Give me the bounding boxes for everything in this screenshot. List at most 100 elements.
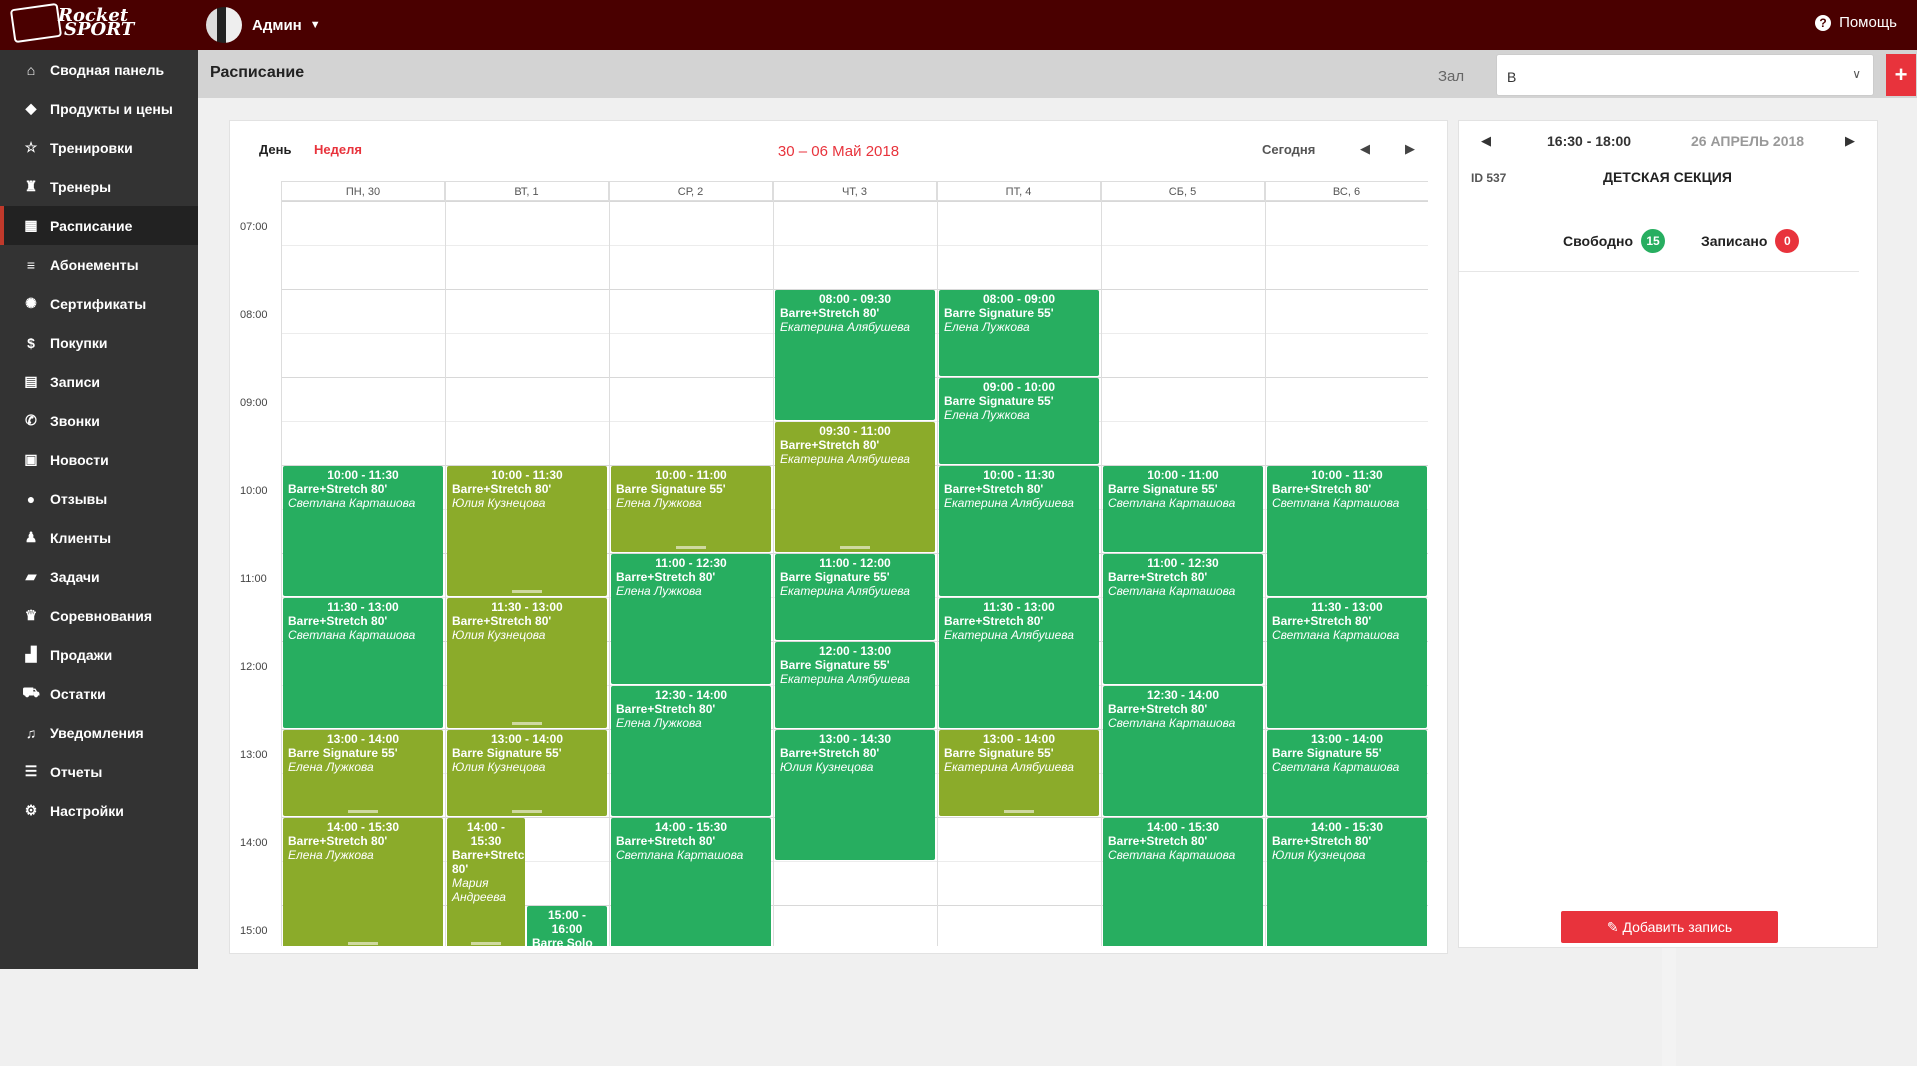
sidebar-item-10[interactable]: ▣ Новости (0, 440, 198, 479)
sidebar-item-12[interactable]: ♟ Клиенты (0, 518, 198, 557)
day-header[interactable]: ВС, 6 (1265, 181, 1428, 201)
next-week-button[interactable]: ▶ (1405, 141, 1415, 157)
event-name: Barre+Stretch 80' (1108, 702, 1208, 716)
sidebar-item-0[interactable]: ⌂ Сводная панель (0, 50, 198, 89)
schedule-event[interactable]: 14:00 - 15:30 Barre+Stretch 80' Юлия Кузне… (1267, 818, 1427, 946)
schedule-event[interactable]: 13:00 - 14:00 Barre Signature 55' Елена Лу… (283, 730, 443, 816)
resize-handle[interactable] (471, 942, 501, 945)
event-name: Barre+Stretch 80' (288, 834, 388, 848)
add-booking-button[interactable]: ✎ Добавить запись (1561, 911, 1778, 943)
star-icon: ☆ (24, 139, 38, 155)
schedule-event[interactable]: 11:30 - 13:00 Barre+Stretch 80' Светлана К… (1267, 598, 1427, 728)
sidebar-item-14[interactable]: ♛ Соревнования (0, 596, 198, 635)
event-time: 13:00 - 14:00 (326, 732, 400, 746)
schedule-event[interactable]: 11:30 - 13:00 Barre+Stretch 80' Юлия Кузне… (447, 598, 607, 728)
today-button[interactable]: Сегодня (1262, 142, 1315, 157)
sidebar-item-17[interactable]: ♫ Уведомления (0, 713, 198, 752)
sidebar-item-19[interactable]: ⚙ Настройки (0, 791, 198, 830)
prev-week-button[interactable]: ◀ (1360, 141, 1370, 157)
sidebar-item-4[interactable]: ▦ Расписание (0, 206, 198, 245)
sidebar-item-2[interactable]: ☆ Тренировки (0, 128, 198, 167)
zal-select[interactable]: В ∨ (1496, 54, 1874, 96)
schedule-event[interactable]: 10:00 - 11:30 Barre+Stretch 80' Екатерина … (939, 466, 1099, 596)
resize-handle[interactable] (676, 546, 706, 549)
sidebar-item-label: Уведомления (50, 724, 144, 741)
zal-label: Зал (1438, 68, 1465, 85)
schedule-event[interactable]: 11:30 - 13:00 Barre+Stretch 80' Светлана К… (283, 598, 443, 728)
sidebar-item-3[interactable]: ♜ Тренеры (0, 167, 198, 206)
schedule-event[interactable]: 14:00 - 15:30 Barre+Stretch 80' Елена Лужк… (283, 818, 443, 946)
event-name: Barre+Stretch 80' (1108, 570, 1208, 584)
gear-icon: ⚙ (24, 802, 38, 818)
day-header[interactable]: ВТ, 1 (445, 181, 609, 201)
schedule-event[interactable]: 08:00 - 09:30 Barre+Stretch 80' Екатерина … (775, 290, 935, 420)
schedule-event[interactable]: 11:00 - 12:30 Barre+Stretch 80' Светлана К… (1103, 554, 1263, 684)
day-header[interactable]: СБ, 5 (1101, 181, 1265, 201)
sidebar-item-11[interactable]: ● Отзывы (0, 479, 198, 518)
app-logo[interactable]: Rocket SPORT (9, 2, 152, 44)
next-event-button[interactable]: ▶ (1845, 133, 1855, 149)
resize-handle[interactable] (1004, 810, 1034, 813)
sidebar-item-15[interactable]: ▟ Продажи (0, 635, 198, 674)
schedule-event[interactable]: 10:00 - 11:30 Barre+Stretch 80' Светлана К… (1267, 466, 1427, 596)
schedule-event[interactable]: 13:00 - 14:00 Barre Signature 55' Екатерин… (939, 730, 1099, 816)
sidebar-item-7[interactable]: $ Покупки (0, 323, 198, 362)
schedule-event[interactable]: 13:00 - 14:00 Barre Signature 55' Юлия Куз… (447, 730, 607, 816)
event-name: Barre+Stretch 80' (944, 614, 1044, 628)
sidebar-item-8[interactable]: ▤ Записи (0, 362, 198, 401)
schedule-event[interactable]: 10:00 - 11:30 Barre+Stretch 80' Юлия Кузне… (447, 466, 607, 596)
schedule-event[interactable]: 15:00 - 16:00Barre Solo 55' (527, 906, 607, 946)
schedule-event[interactable]: 12:30 - 14:00 Barre+Stretch 80' Светлана К… (1103, 686, 1263, 816)
sidebar-item-13[interactable]: ▰ Задачи (0, 557, 198, 596)
resize-handle[interactable] (512, 810, 542, 813)
day-header[interactable]: ЧТ, 3 (773, 181, 937, 201)
schedule-event[interactable]: 12:30 - 14:00 Barre+Stretch 80' Елена Лужк… (611, 686, 771, 816)
sidebar-item-16[interactable]: ⛟ Остатки (0, 674, 198, 713)
day-header[interactable]: СР, 2 (609, 181, 773, 201)
logo-text-line2: SPORT (64, 19, 135, 40)
schedule-event[interactable]: 11:00 - 12:30 Barre+Stretch 80' Елена Лужк… (611, 554, 771, 684)
schedule-event[interactable]: 08:00 - 09:00 Barre Signature 55' Елена Лу… (939, 290, 1099, 376)
sidebar-item-6[interactable]: ✺ Сертификаты (0, 284, 198, 323)
schedule-event[interactable]: 14:00 - 15:30 Barre+Stretch 80' Мария Андр… (447, 818, 525, 946)
event-time: 09:30 - 11:00 (819, 424, 891, 438)
schedule-event[interactable]: 14:00 - 15:30 Barre+Stretch 80' Светлана К… (611, 818, 771, 946)
add-button[interactable]: + (1886, 54, 1916, 96)
resize-handle[interactable] (840, 546, 870, 549)
sidebar-item-1[interactable]: ◆ Продукты и цены (0, 89, 198, 128)
day-header[interactable]: ПН, 30 (281, 181, 445, 201)
event-name: Barre+Stretch 80' (1272, 614, 1372, 628)
resize-handle[interactable] (348, 942, 378, 945)
resize-handle[interactable] (348, 810, 378, 813)
schedule-event[interactable]: 09:00 - 10:00 Barre Signature 55' Елена Лу… (939, 378, 1099, 464)
view-day-button[interactable]: День (259, 142, 292, 157)
resize-handle[interactable] (512, 722, 542, 725)
help-link[interactable]: ? Помощь (1815, 14, 1897, 31)
schedule-event[interactable]: 11:30 - 13:00 Barre+Stretch 80' Екатерина … (939, 598, 1099, 728)
schedule-event[interactable]: 10:00 - 11:00 Barre Signature 55' Елена Лу… (611, 466, 771, 552)
sidebar-item-18[interactable]: ☰ Отчеты (0, 752, 198, 791)
event-time: 10:00 - 11:30 (983, 468, 1055, 482)
prev-event-button[interactable]: ◀ (1481, 133, 1491, 149)
schedule-event[interactable]: 09:30 - 11:00 Barre+Stretch 80' Екатерина … (775, 422, 935, 552)
event-time: 12:30 - 14:00 (1146, 688, 1220, 702)
sidebar-item-5[interactable]: ≡ Абонементы (0, 245, 198, 284)
day-header[interactable]: ПТ, 4 (937, 181, 1101, 201)
event-coach: Юлия Кузнецова (780, 760, 874, 774)
sidebar-item-label: Покупки (50, 334, 108, 351)
grid-column-line (1265, 181, 1266, 946)
sidebar-item-label: Сертификаты (50, 295, 147, 312)
user-menu[interactable]: Админ ▼ (206, 7, 321, 43)
schedule-event[interactable]: 12:00 - 13:00 Barre Signature 55' Екатерин… (775, 642, 935, 728)
time-label: 15:00 (240, 925, 268, 937)
schedule-event[interactable]: 14:00 - 15:30 Barre+Stretch 80' Светлана К… (1103, 818, 1263, 946)
resize-handle[interactable] (512, 590, 542, 593)
schedule-event[interactable]: 10:00 - 11:30 Barre+Stretch 80' Светлана К… (283, 466, 443, 596)
event-title: ДЕТСКАЯ СЕКЦИЯ (1603, 169, 1732, 185)
sidebar-item-9[interactable]: ✆ Звонки (0, 401, 198, 440)
schedule-event[interactable]: 11:00 - 12:00 Barre Signature 55' Екатерин… (775, 554, 935, 640)
view-week-button[interactable]: Неделя (314, 142, 362, 157)
schedule-event[interactable]: 13:00 - 14:00 Barre Signature 55' Светлана… (1267, 730, 1427, 816)
schedule-event[interactable]: 10:00 - 11:00 Barre Signature 55' Светлана… (1103, 466, 1263, 552)
schedule-event[interactable]: 13:00 - 14:30 Barre+Stretch 80' Юлия Кузне… (775, 730, 935, 860)
